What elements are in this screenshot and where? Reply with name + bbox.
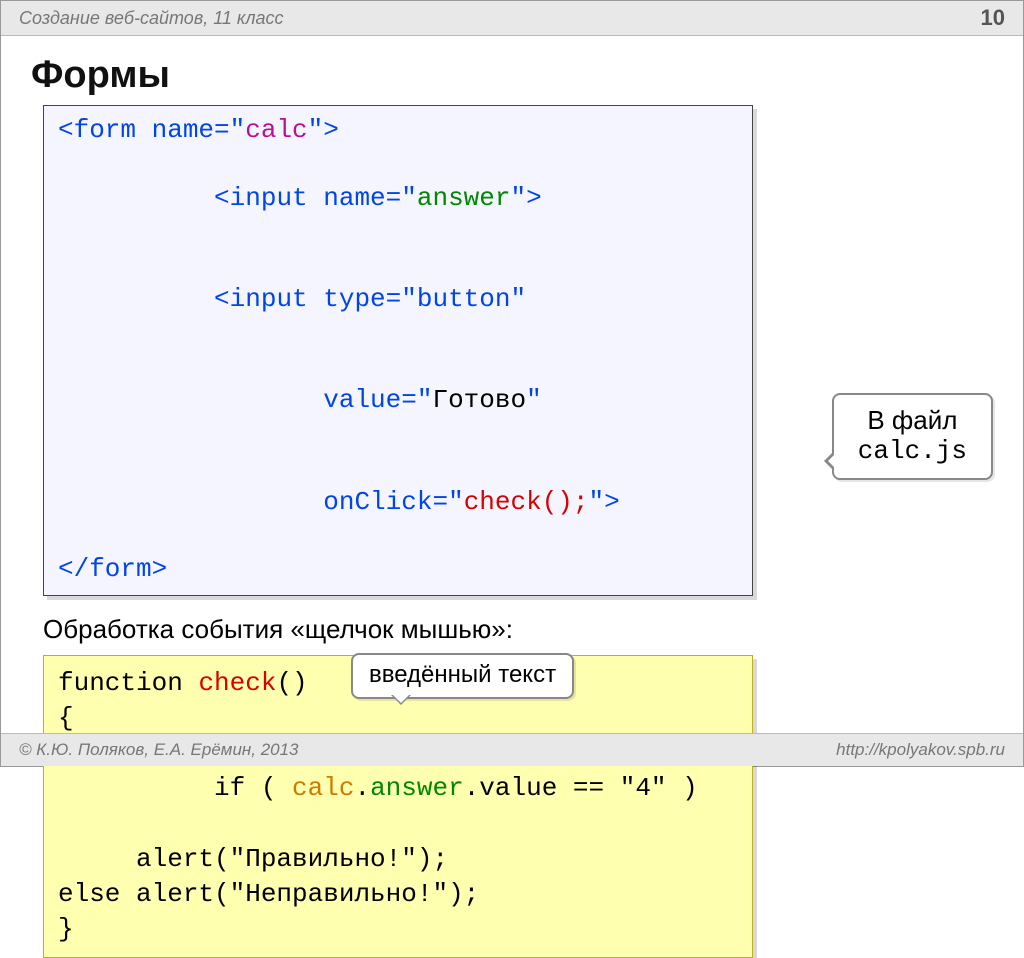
- code-text: value=": [183, 385, 433, 415]
- code-text: if (: [214, 773, 292, 803]
- callout-entered-text: введённый текст: [351, 653, 574, 699]
- code-text: calc: [245, 115, 307, 145]
- footer-url: http://kpolyakov.spb.ru: [836, 740, 1005, 760]
- code-text: answer: [370, 773, 464, 803]
- page-title: Формы: [31, 54, 993, 97]
- code-text: ": [526, 385, 542, 415]
- code-text: check: [198, 668, 276, 698]
- code-text: calc: [292, 773, 354, 803]
- callout-line: В файл: [858, 405, 967, 436]
- html-form-code: <form name="calc"> <input name="answer">…: [43, 105, 753, 596]
- code-text: ">: [589, 487, 620, 517]
- code-text: ">: [308, 115, 339, 145]
- code-text: else alert("Неправильно!");: [58, 877, 738, 912]
- course-title: Создание веб-сайтов, 11 класс: [19, 8, 284, 29]
- callout-file: В файл calc.js: [832, 393, 993, 480]
- subheading: Обработка события «щелчок мышью»:: [43, 614, 987, 645]
- code-text: <input type="button": [183, 284, 542, 314]
- code-text: function: [58, 668, 198, 698]
- code-text: alert("Правильно!");: [58, 842, 738, 877]
- code-text: .: [354, 773, 370, 803]
- code-text: </form>: [58, 554, 167, 584]
- code-text: (): [276, 668, 307, 698]
- code-text: <input name=": [183, 183, 417, 213]
- page-number: 10: [981, 5, 1005, 31]
- code-text: ">: [511, 183, 542, 213]
- code-text: .value == "4" ): [464, 773, 698, 803]
- code-text: check();: [464, 487, 589, 517]
- header-bar: Создание веб-сайтов, 11 класс 10: [1, 1, 1023, 36]
- footer-bar: © К.Ю. Поляков, Е.А. Ерёмин, 2013 http:/…: [1, 733, 1023, 766]
- copyright: © К.Ю. Поляков, Е.А. Ерёмин, 2013: [19, 740, 299, 760]
- callout-filename: calc.js: [858, 436, 967, 466]
- code-text: Готово: [432, 385, 526, 415]
- code-text: }: [58, 912, 738, 947]
- code-text: onClick=": [183, 487, 464, 517]
- code-text: <form name=": [58, 115, 245, 145]
- code-text: answer: [417, 183, 511, 213]
